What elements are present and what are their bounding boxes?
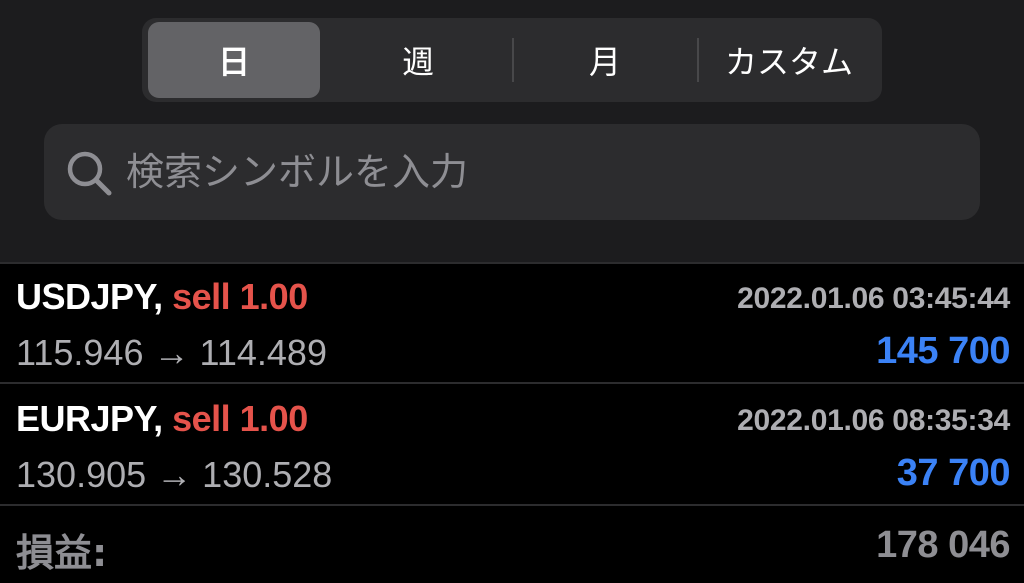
- profit-summary: 損益: 178 046: [0, 508, 1024, 583]
- tab-week[interactable]: 週: [326, 22, 510, 98]
- summary-value: 178 046: [876, 524, 1010, 566]
- search-icon: [67, 151, 112, 196]
- trade-time: 2022.01.06 03:45:44: [737, 282, 1010, 315]
- trade-row[interactable]: EURJPY, sell 1.00 2022.01.06 08:35:34 13…: [0, 386, 1024, 506]
- divider: [0, 382, 1024, 384]
- summary-label: 損益:: [16, 531, 108, 575]
- trade-volume: 1.00: [239, 398, 309, 439]
- trade-volume: 1.00: [239, 276, 309, 317]
- tab-month[interactable]: 月: [514, 22, 696, 98]
- trade-symbol-line: USDJPY, sell 1.00: [16, 276, 308, 318]
- trade-profit: 37 700: [896, 452, 1011, 494]
- trade-row[interactable]: USDJPY, sell 1.00 2022.01.06 03:45:44 11…: [0, 264, 1024, 384]
- close-price: 130.528: [202, 454, 333, 495]
- divider: [0, 504, 1024, 506]
- arrow-icon: →: [153, 332, 190, 373]
- trade-prices: 115.946 → 114.489: [16, 332, 327, 374]
- trade-symbol-line: EURJPY, sell 1.00: [16, 398, 308, 440]
- open-price: 130.905: [16, 454, 147, 495]
- trade-side: sell: [172, 276, 231, 317]
- trade-profit: 145 700: [876, 330, 1010, 372]
- search-input[interactable]: [126, 124, 966, 220]
- close-price: 114.489: [199, 332, 327, 373]
- search-bar[interactable]: [44, 124, 980, 220]
- period-segmented-control: 日 週 月 カスタム: [142, 18, 882, 102]
- trade-symbol: EURJPY,: [16, 398, 163, 439]
- filter-panel: 日 週 月 カスタム: [0, 0, 1024, 262]
- trade-prices: 130.905 → 130.528: [16, 454, 332, 496]
- tab-custom[interactable]: カスタム: [699, 22, 879, 98]
- trade-side: sell: [172, 398, 231, 439]
- arrow-icon: →: [156, 454, 193, 495]
- tab-day[interactable]: 日: [148, 22, 320, 98]
- open-price: 115.946: [16, 332, 144, 373]
- trade-time: 2022.01.06 08:35:34: [737, 404, 1010, 437]
- trade-symbol: USDJPY,: [16, 276, 163, 317]
